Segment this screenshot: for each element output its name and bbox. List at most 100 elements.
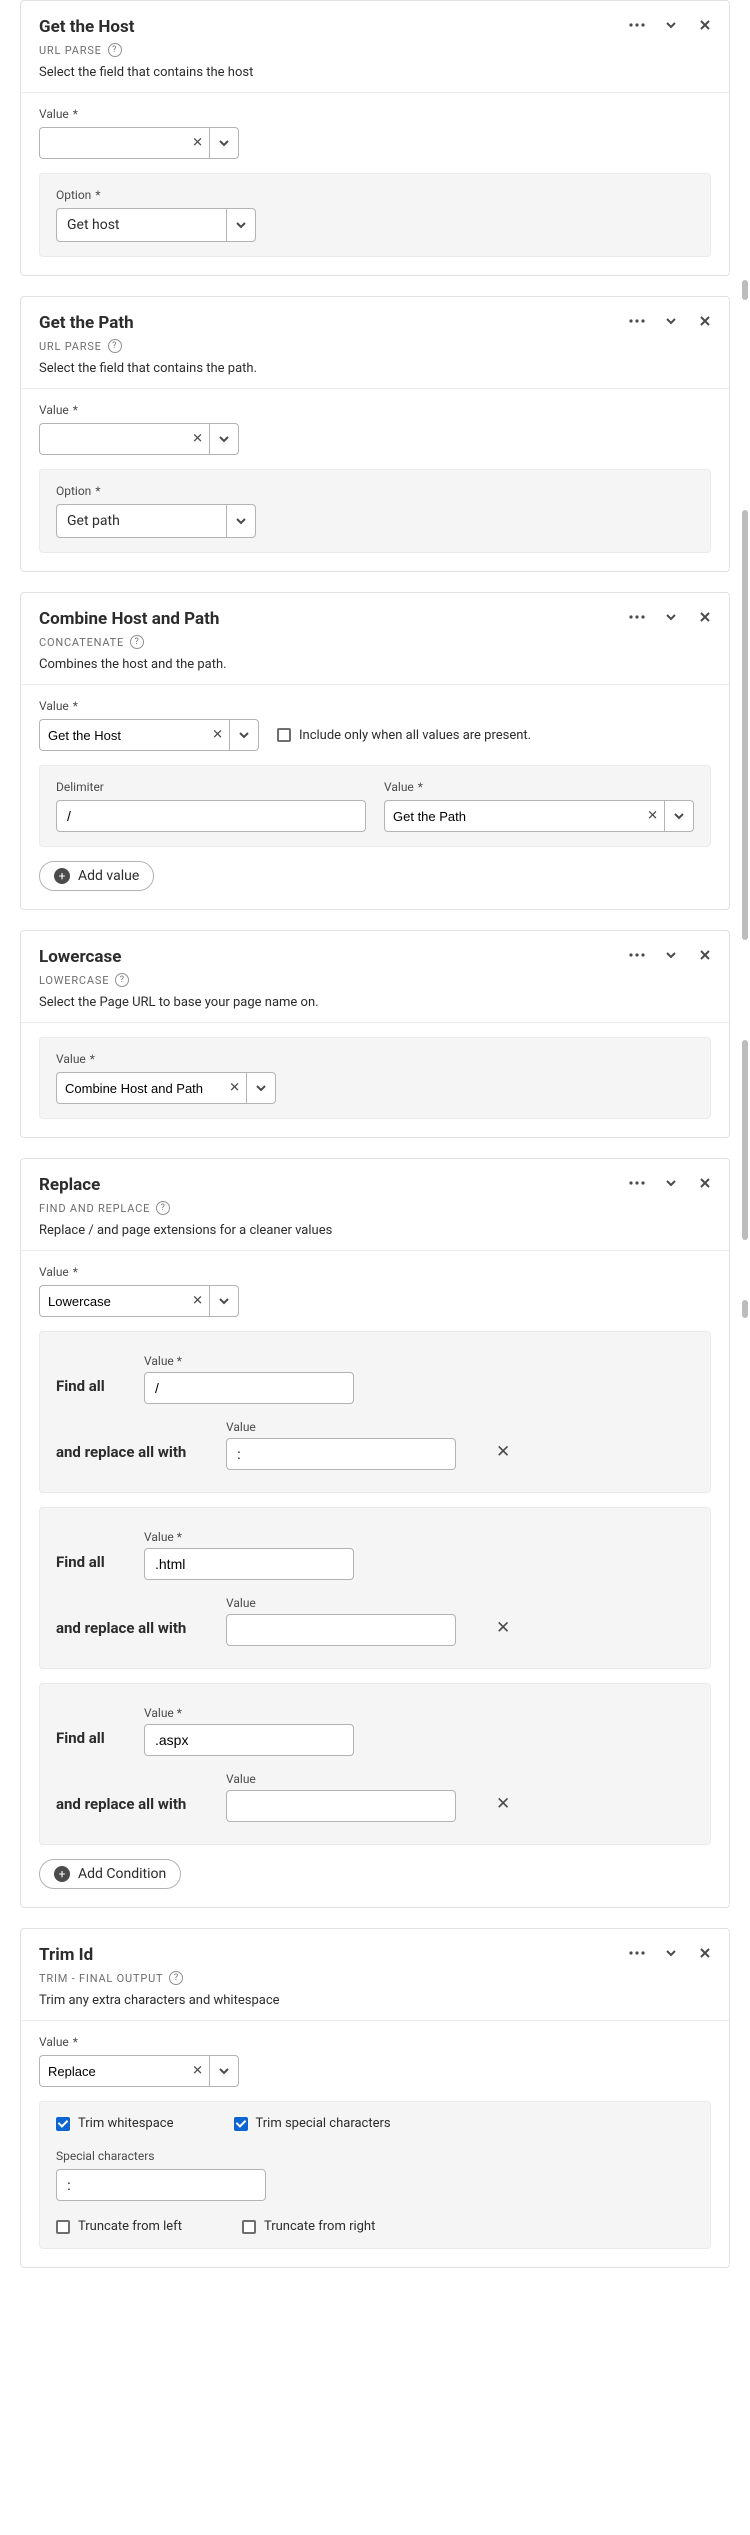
chevron-down-icon[interactable]	[661, 15, 681, 35]
value-dropdown-button[interactable]	[246, 1072, 276, 1104]
clear-icon[interactable]: ✕	[212, 728, 223, 743]
trim-whitespace-checkbox[interactable]	[56, 2117, 70, 2131]
card-get-path: Get the Path URL PARSE ? Select the fiel…	[20, 296, 730, 572]
card-desc: Select the field that contains the path.	[39, 361, 711, 376]
truncate-right-checkbox[interactable]	[242, 2220, 256, 2234]
chevron-down-icon[interactable]	[661, 1943, 681, 1963]
chevron-down-icon[interactable]	[661, 945, 681, 965]
card-trim: Trim Id TRIM - FINAL OUTPUT ? Trim any e…	[20, 1928, 730, 2268]
value-input[interactable]	[39, 127, 209, 159]
clear-icon[interactable]: ✕	[192, 1294, 203, 1309]
card-type: URL PARSE	[39, 340, 102, 353]
replace-input[interactable]	[226, 1438, 456, 1470]
extra-value-dropdown-button[interactable]	[664, 800, 694, 832]
value-dropdown-button[interactable]	[229, 719, 259, 751]
value-input[interactable]	[56, 1072, 246, 1104]
option-select[interactable]: Get host	[56, 208, 226, 242]
card-desc: Trim any extra characters and whitespace	[39, 1993, 711, 2008]
replace-input[interactable]	[226, 1790, 456, 1822]
card-title: Trim Id	[39, 1945, 711, 1965]
trim-special-checkbox[interactable]	[234, 2117, 248, 2131]
more-icon[interactable]	[627, 945, 647, 965]
help-icon[interactable]: ?	[130, 635, 144, 649]
value-label: Value	[39, 107, 69, 121]
find-input[interactable]	[144, 1724, 354, 1756]
card-type: CONCATENATE	[39, 636, 124, 649]
close-icon[interactable]	[695, 311, 715, 331]
special-chars-label: Special characters	[56, 2149, 694, 2163]
option-select[interactable]: Get path	[56, 504, 226, 538]
option-dropdown-button[interactable]	[226, 504, 256, 538]
extra-value-input[interactable]	[384, 800, 664, 832]
delimiter-label: Delimiter	[56, 780, 366, 794]
option-label: Option	[56, 188, 91, 202]
truncate-left-checkbox[interactable]	[56, 2220, 70, 2234]
help-icon[interactable]: ?	[108, 43, 122, 57]
more-icon[interactable]	[627, 1173, 647, 1193]
close-icon[interactable]	[695, 1173, 715, 1193]
scrollbar-mark	[742, 280, 748, 300]
remove-condition-icon[interactable]: ✕	[496, 1604, 510, 1638]
add-condition-button[interactable]: + Add Condition	[39, 1859, 181, 1889]
value-label: Value	[39, 2035, 69, 2049]
clear-icon[interactable]: ✕	[229, 1081, 240, 1096]
close-icon[interactable]	[695, 15, 715, 35]
more-icon[interactable]	[627, 311, 647, 331]
close-icon[interactable]	[695, 945, 715, 965]
card-desc: Select the Page URL to base your page na…	[39, 995, 711, 1010]
truncate-right-label: Truncate from right	[264, 2219, 375, 2234]
card-title: Replace	[39, 1175, 711, 1195]
more-icon[interactable]	[627, 15, 647, 35]
card-title: Lowercase	[39, 947, 711, 967]
close-icon[interactable]	[695, 1943, 715, 1963]
option-dropdown-button[interactable]	[226, 208, 256, 242]
value-dropdown-button[interactable]	[209, 2055, 239, 2087]
value-label: Value	[39, 699, 69, 713]
replace-input[interactable]	[226, 1614, 456, 1646]
card-type: LOWERCASE	[39, 974, 109, 987]
clear-icon[interactable]: ✕	[647, 809, 658, 824]
card-desc: Replace / and page extensions for a clea…	[39, 1223, 711, 1238]
value-dropdown-button[interactable]	[209, 127, 239, 159]
card-get-host: Get the Host URL PARSE ? Select the fiel…	[20, 0, 730, 276]
value-label: Value	[39, 1265, 69, 1279]
include-checkbox[interactable]	[277, 728, 291, 742]
value-input[interactable]	[39, 2055, 209, 2087]
help-icon[interactable]: ?	[169, 1971, 183, 1985]
card-type: TRIM - FINAL OUTPUT	[39, 1972, 163, 1985]
delimiter-input[interactable]	[56, 800, 366, 832]
chevron-down-icon[interactable]	[661, 1173, 681, 1193]
card-type: FIND AND REPLACE	[39, 1202, 150, 1215]
chevron-down-icon[interactable]	[661, 311, 681, 331]
clear-icon[interactable]: ✕	[192, 2064, 203, 2079]
help-icon[interactable]: ?	[115, 973, 129, 987]
scrollbar-mark	[742, 510, 748, 940]
value-input[interactable]	[39, 1285, 209, 1317]
option-label: Option	[56, 484, 91, 498]
remove-condition-icon[interactable]: ✕	[496, 1428, 510, 1462]
value-label: Value	[384, 780, 414, 794]
add-value-button[interactable]: + Add value	[39, 861, 154, 891]
find-input[interactable]	[144, 1548, 354, 1580]
value-input[interactable]	[39, 423, 209, 455]
more-icon[interactable]	[627, 607, 647, 627]
replace-condition: Find all Value * and replace all with Va…	[39, 1331, 711, 1493]
clear-icon[interactable]: ✕	[192, 432, 203, 447]
close-icon[interactable]	[695, 607, 715, 627]
scrollbar-mark	[742, 1040, 748, 1240]
remove-condition-icon[interactable]: ✕	[496, 1780, 510, 1814]
value-input[interactable]	[39, 719, 229, 751]
plus-icon: +	[54, 868, 70, 884]
clear-icon[interactable]: ✕	[192, 136, 203, 151]
value-dropdown-button[interactable]	[209, 423, 239, 455]
chevron-down-icon[interactable]	[661, 607, 681, 627]
help-icon[interactable]: ?	[156, 1201, 170, 1215]
add-condition-label: Add Condition	[78, 1866, 166, 1882]
find-input[interactable]	[144, 1372, 354, 1404]
more-icon[interactable]	[627, 1943, 647, 1963]
special-chars-input[interactable]	[56, 2169, 266, 2201]
value-dropdown-button[interactable]	[209, 1285, 239, 1317]
card-title: Get the Host	[39, 17, 711, 37]
replace-label: and replace all with	[56, 1429, 226, 1461]
help-icon[interactable]: ?	[108, 339, 122, 353]
